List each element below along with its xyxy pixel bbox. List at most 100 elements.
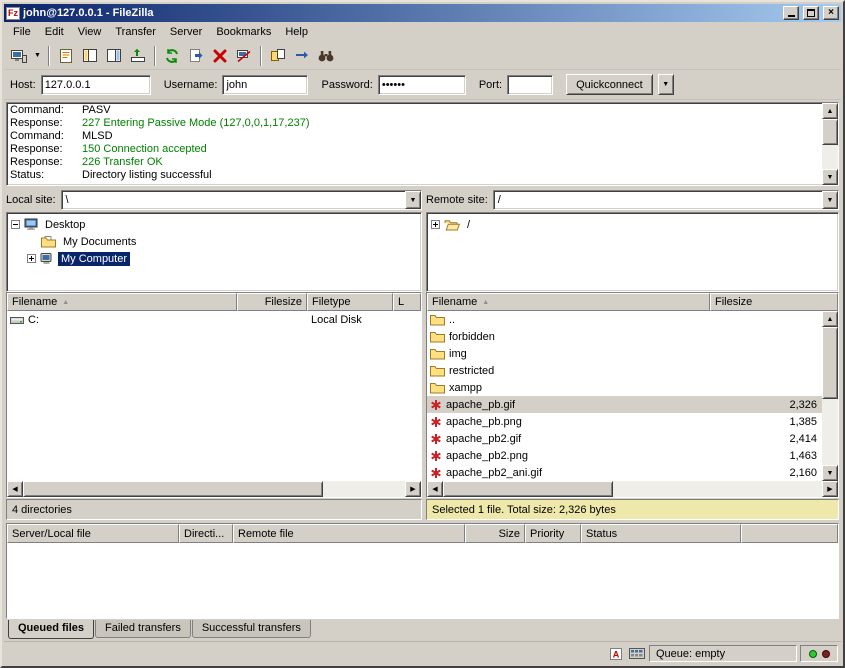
menu-server[interactable]: Server xyxy=(163,23,209,41)
column-filetype[interactable]: Filetype xyxy=(307,293,393,311)
column-remote-file[interactable]: Remote file xyxy=(233,524,465,543)
remote-hscrollbar[interactable]: ◀ ▶ xyxy=(427,481,838,497)
tab-queued-files[interactable]: Queued files xyxy=(8,620,94,639)
tree-item-desktop[interactable]: Desktop xyxy=(42,218,88,232)
local-hscroll-track[interactable] xyxy=(23,481,405,497)
find-files-button[interactable] xyxy=(314,44,338,67)
close-button[interactable]: × xyxy=(823,6,839,20)
column-filename[interactable]: Filename▲ xyxy=(427,293,710,311)
remote-vscroll-track[interactable] xyxy=(822,327,838,465)
menu-view[interactable]: View xyxy=(71,23,109,41)
tree-row-my-computer[interactable]: My Computer xyxy=(9,250,419,267)
log-scroll-track[interactable] xyxy=(822,119,838,169)
toggle-local-tree-button[interactable] xyxy=(78,44,102,67)
remote-site-combo[interactable]: / ▼ xyxy=(493,190,839,210)
scroll-up-icon[interactable]: ▲ xyxy=(822,103,838,119)
chevron-down-icon[interactable]: ▼ xyxy=(822,191,838,209)
process-queue-button[interactable] xyxy=(184,44,208,67)
tree-row-root[interactable]: / xyxy=(429,216,836,233)
column-status[interactable]: Status xyxy=(581,524,741,543)
remote-vscroll-thumb[interactable] xyxy=(822,327,838,399)
remote-tree-icon xyxy=(106,48,122,63)
username-input[interactable] xyxy=(222,75,308,95)
tab-successful-transfers[interactable]: Successful transfers xyxy=(192,620,311,638)
scroll-left-icon[interactable]: ◀ xyxy=(427,481,443,497)
column-filename[interactable]: Filename▲ xyxy=(7,293,237,311)
quickconnect-button[interactable]: Quickconnect xyxy=(566,74,653,95)
remote-file-row[interactable]: apache_pb2_ani.gif 2,160 xyxy=(427,464,822,481)
remote-file-cell: restricted xyxy=(427,365,710,377)
local-hscroll-thumb[interactable] xyxy=(23,481,323,497)
keypad-icon[interactable] xyxy=(628,646,646,661)
port-input[interactable] xyxy=(507,75,553,95)
remote-hscroll-thumb[interactable] xyxy=(443,481,613,497)
remote-file-row-selected[interactable]: apache_pb.gif 2,326 xyxy=(427,396,822,413)
menu-transfer[interactable]: Transfer xyxy=(108,23,163,41)
scroll-right-icon[interactable]: ▶ xyxy=(822,481,838,497)
menu-file[interactable]: File xyxy=(6,23,38,41)
remote-file-row[interactable]: apache_pb2.gif 2,414 xyxy=(427,430,822,447)
remote-file-row[interactable]: forbidden xyxy=(427,328,822,345)
host-input[interactable] xyxy=(41,75,151,95)
scroll-right-icon[interactable]: ▶ xyxy=(405,481,421,497)
tree-item-my-computer[interactable]: My Computer xyxy=(58,252,130,266)
toggle-transfer-queue-button[interactable] xyxy=(126,44,150,67)
minimize-button[interactable] xyxy=(783,6,799,20)
scroll-up-icon[interactable]: ▲ xyxy=(822,311,838,327)
minus-expander-icon[interactable] xyxy=(11,220,20,229)
folder-icon xyxy=(430,348,445,360)
log-scrollbar[interactable]: ▲ ▼ xyxy=(822,103,838,185)
toggle-remote-tree-button[interactable] xyxy=(102,44,126,67)
column-filesize[interactable]: Filesize xyxy=(237,293,307,311)
remote-rows: .. forbidden img restricted xyxy=(427,311,822,481)
site-manager-button[interactable] xyxy=(7,44,31,67)
maximize-button[interactable] xyxy=(803,6,819,20)
column-filesize[interactable]: Filesize xyxy=(710,293,838,311)
plus-expander-icon[interactable] xyxy=(27,254,36,263)
column-size[interactable]: Size xyxy=(465,524,525,543)
tree-item-root[interactable]: / xyxy=(464,218,473,232)
remote-file-size: 1,463 xyxy=(710,450,822,462)
column-last-modified[interactable]: L xyxy=(393,293,421,311)
menu-edit[interactable]: Edit xyxy=(38,23,71,41)
quickconnect-dropdown[interactable]: ▼ xyxy=(658,74,674,95)
chevron-down-icon[interactable]: ▼ xyxy=(405,191,421,209)
tree-item-my-documents[interactable]: My Documents xyxy=(60,235,139,249)
remote-vscrollbar[interactable]: ▲ ▼ xyxy=(822,311,838,481)
local-site-combo[interactable]: \ ▼ xyxy=(61,190,422,210)
directory-comparison-button[interactable] xyxy=(266,44,290,67)
message-log-icon xyxy=(59,48,73,64)
site-manager-dropdown[interactable]: ▼ xyxy=(31,44,44,67)
remote-file-row[interactable]: apache_pb2.png 1,463 xyxy=(427,447,822,464)
queue-header: Server/Local file Directi... Remote file… xyxy=(7,524,838,543)
password-input[interactable] xyxy=(378,75,466,95)
scroll-down-icon[interactable]: ▼ xyxy=(822,169,838,185)
local-file-row[interactable]: C: Local Disk xyxy=(7,311,421,328)
local-hscrollbar[interactable]: ◀ ▶ xyxy=(7,481,421,497)
column-priority[interactable]: Priority xyxy=(525,524,581,543)
plus-expander-icon[interactable] xyxy=(431,220,440,229)
remote-file-row[interactable]: restricted xyxy=(427,362,822,379)
refresh-button[interactable] xyxy=(160,44,184,67)
column-server-local-file[interactable]: Server/Local file xyxy=(7,524,179,543)
menu-help[interactable]: Help xyxy=(278,23,315,41)
tab-failed-transfers[interactable]: Failed transfers xyxy=(95,620,191,638)
toggle-message-log-button[interactable] xyxy=(54,44,78,67)
log-line: Response:226 Transfer OK xyxy=(10,156,819,169)
remote-file-row[interactable]: .. xyxy=(427,311,822,328)
scroll-down-icon[interactable]: ▼ xyxy=(822,465,838,481)
log-scroll-thumb[interactable] xyxy=(822,119,838,145)
remote-file-row[interactable]: img xyxy=(427,345,822,362)
synchronized-browsing-button[interactable] xyxy=(290,44,314,67)
remote-hscroll-track[interactable] xyxy=(443,481,822,497)
column-direction[interactable]: Directi... xyxy=(179,524,233,543)
tree-row-desktop[interactable]: Desktop xyxy=(9,216,419,233)
ascii-transfer-icon[interactable]: A xyxy=(607,646,625,661)
scroll-left-icon[interactable]: ◀ xyxy=(7,481,23,497)
cancel-operation-button[interactable] xyxy=(208,44,232,67)
menu-bookmarks[interactable]: Bookmarks xyxy=(209,23,278,41)
disconnect-button[interactable] xyxy=(232,44,256,67)
remote-file-row[interactable]: xampp xyxy=(427,379,822,396)
remote-file-row[interactable]: apache_pb.png 1,385 xyxy=(427,413,822,430)
tree-row-my-documents[interactable]: My Documents xyxy=(9,233,419,250)
